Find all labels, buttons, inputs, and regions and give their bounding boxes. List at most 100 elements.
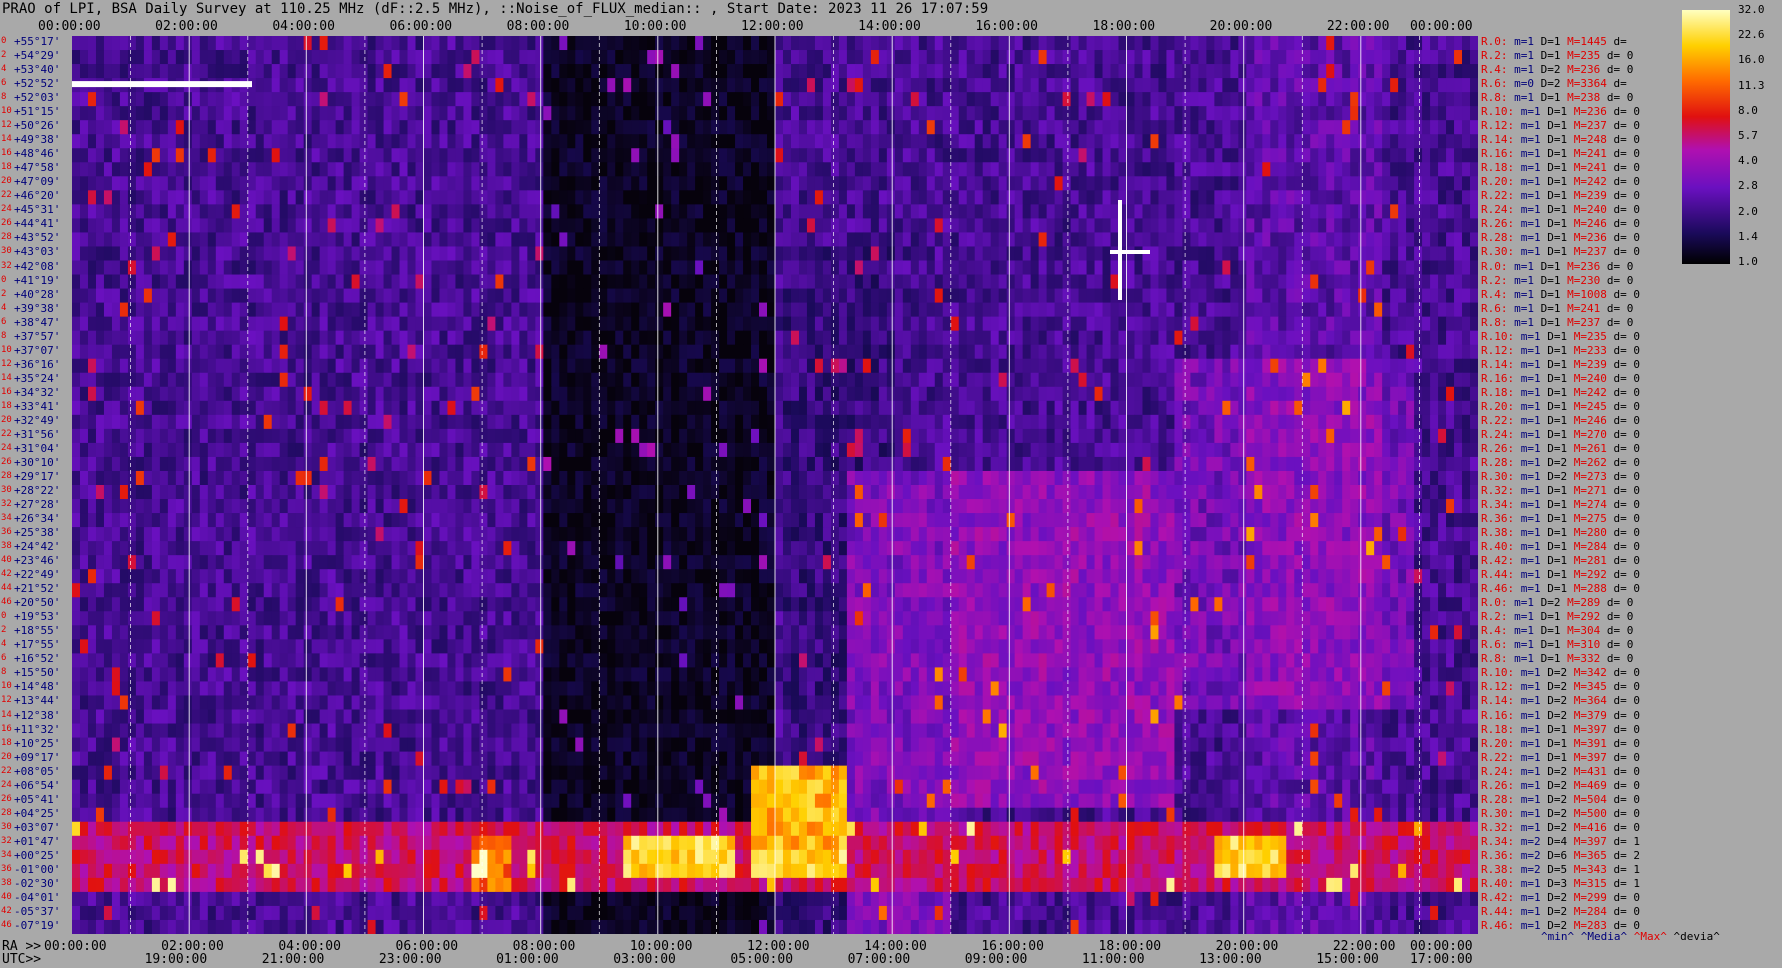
heatmap-cell [1318, 387, 1327, 402]
heatmap-cell [495, 190, 504, 205]
heatmap-cell [240, 303, 249, 318]
heatmap-cell [400, 204, 409, 219]
heatmap-cell [1055, 134, 1064, 149]
heatmap-cell [368, 289, 377, 304]
heatmap-cell [471, 261, 480, 276]
heatmap-cell [511, 359, 520, 374]
heatmap-cell [591, 162, 600, 177]
heatmap-cell [463, 218, 472, 233]
heatmap-cell [543, 317, 552, 332]
heatmap-cell [1007, 204, 1016, 219]
heatmap-cell [232, 261, 241, 276]
heatmap-cell [1111, 190, 1120, 205]
heatmap-cell [935, 317, 944, 332]
heatmap-cell [631, 162, 640, 177]
heatmap-cell [1310, 359, 1319, 374]
heatmap-cell [447, 261, 456, 276]
heatmap-cell [80, 317, 89, 332]
heatmap-cell [1454, 190, 1463, 205]
heatmap-cell [1398, 303, 1407, 318]
heatmap-cell [1031, 303, 1040, 318]
heatmap-cell [455, 401, 464, 416]
heatmap-cell [1119, 120, 1128, 135]
heatmap-cell [392, 345, 401, 360]
heatmap-cell [1222, 289, 1231, 304]
heatmap-cell [1055, 120, 1064, 135]
heatmap-cell [192, 275, 201, 290]
heatmap-cell [1230, 401, 1239, 416]
heatmap-cell [1310, 162, 1319, 177]
heatmap-cell [991, 64, 1000, 79]
heatmap-cell [767, 218, 776, 233]
heatmap-cell [184, 373, 193, 388]
heatmap-cell [424, 289, 433, 304]
heatmap-cell [623, 50, 632, 65]
heatmap-cell [519, 289, 528, 304]
heatmap-cell [168, 148, 177, 163]
heatmap-cell [839, 218, 848, 233]
heatmap-cell [727, 78, 736, 93]
heatmap-cell [136, 204, 145, 219]
heatmap-cell [392, 275, 401, 290]
heatmap-cell [727, 106, 736, 121]
heatmap-cell [1007, 317, 1016, 332]
heatmap-cell [176, 50, 185, 65]
heatmap-cell [895, 92, 904, 107]
heatmap-cell [703, 218, 712, 233]
heatmap-cell [831, 359, 840, 374]
heatmap-cell [551, 261, 560, 276]
heatmap-cell [1087, 359, 1096, 374]
heatmap-cell [735, 218, 744, 233]
heatmap-cell [424, 120, 433, 135]
heatmap-cell [1087, 162, 1096, 177]
heatmap-cell [1063, 106, 1072, 121]
heatmap-cell [1254, 190, 1263, 205]
heatmap-cell [376, 303, 385, 318]
heatmap-cell [903, 162, 912, 177]
heatmap-cell [751, 148, 760, 163]
heatmap-cell [176, 134, 185, 149]
heatmap-cell [1166, 246, 1175, 261]
heatmap-cell [352, 120, 361, 135]
heatmap-cell [895, 148, 904, 163]
heatmap-cell [879, 78, 888, 93]
heatmap-cell [1390, 162, 1399, 177]
heatmap-cell [1350, 64, 1359, 79]
heatmap-cell [631, 232, 640, 247]
heatmap-cell [1055, 359, 1064, 374]
declination-label: +33°41' [14, 401, 60, 412]
beam-number: 2 [1, 50, 6, 61]
heatmap-cell [1438, 289, 1447, 304]
heatmap-cell [1071, 232, 1080, 247]
heatmap-cell [1111, 317, 1120, 332]
heatmap-cell [168, 92, 177, 107]
heatmap-cell [839, 176, 848, 191]
heatmap-cell [256, 246, 265, 261]
heatmap-cell [1270, 317, 1279, 332]
heatmap-cell [1119, 92, 1128, 107]
heatmap-cell [1087, 373, 1096, 388]
heatmap-cell [184, 317, 193, 332]
heatmap-cell [983, 246, 992, 261]
heatmap-cell [1454, 176, 1463, 191]
heatmap-cell [264, 162, 273, 177]
heatmap-cell [184, 401, 193, 416]
heatmap-cell [1206, 134, 1215, 149]
heatmap-cell [487, 359, 496, 374]
heatmap-cell [743, 415, 752, 430]
heatmap-cell [352, 204, 361, 219]
heatmap-cell [352, 275, 361, 290]
heatmap-cell [1039, 331, 1048, 346]
heatmap-cell [1430, 106, 1439, 121]
heatmap-cell [1214, 162, 1223, 177]
heatmap-cell [535, 401, 544, 416]
heatmap-cell [104, 401, 113, 416]
heatmap-cell [935, 134, 944, 149]
heatmap-cell [687, 345, 696, 360]
heatmap-cell [951, 120, 960, 135]
heatmap-cell [144, 303, 153, 318]
heatmap-cell [535, 415, 544, 430]
heatmap-cell [751, 50, 760, 65]
heatmap-cell [368, 204, 377, 219]
heatmap-cell [1262, 36, 1271, 51]
